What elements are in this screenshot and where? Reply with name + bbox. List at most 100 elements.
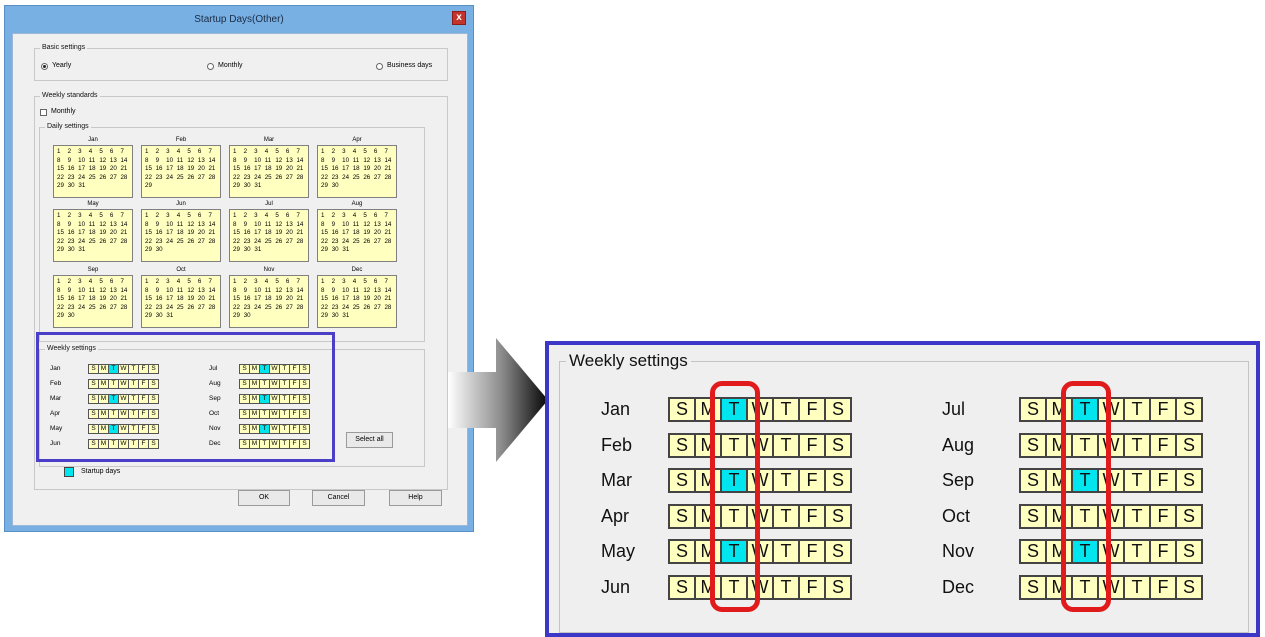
calendar-day[interactable]: 8 (233, 221, 244, 230)
month-calendar[interactable]: 1 2 3 4 5 6 7 8 9 10 11 12 13 14 15 16 17 18 19 20 21 22 23 24 2… (141, 275, 221, 328)
calendar-day[interactable]: 23 (68, 304, 79, 313)
calendar-day[interactable]: 27 (374, 238, 385, 247)
calendar-day[interactable]: 22 (145, 304, 156, 313)
calendar-day[interactable]: 10 (342, 157, 353, 166)
calendar-day[interactable]: 10 (78, 157, 89, 166)
month-calendar[interactable]: 1 2 3 4 5 6 7 8 9 10 11 12 13 14 15 16 17 18 19 20 21 22 23 24 2… (53, 209, 133, 262)
calendar-day[interactable]: 6 (286, 212, 297, 221)
calendar-day[interactable]: 6 (110, 212, 121, 221)
calendar-day[interactable]: 7 (384, 212, 395, 221)
calendar-day[interactable]: 27 (286, 304, 297, 313)
calendar-day[interactable]: 13 (286, 287, 297, 296)
calendar-day[interactable]: 29 (57, 246, 68, 255)
calendar-day[interactable]: 23 (332, 238, 343, 247)
calendar-day[interactable]: 30 (332, 182, 343, 191)
calendar-day[interactable]: 14 (384, 221, 395, 230)
calendar-day[interactable]: 11 (89, 157, 100, 166)
calendar-day[interactable]: 27 (110, 174, 121, 183)
calendar-day[interactable]: 18 (89, 165, 100, 174)
calendar-day[interactable]: 26 (275, 304, 286, 313)
calendar-day[interactable]: 11 (353, 157, 364, 166)
calendar-day[interactable]: 13 (286, 157, 297, 166)
zoom-weekday-toggle[interactable]: S (1019, 503, 1047, 529)
calendar-day[interactable]: 31 (254, 182, 265, 191)
calendar-day[interactable]: 25 (89, 304, 100, 313)
calendar-day[interactable]: 17 (166, 229, 177, 238)
calendar-day[interactable]: 2 (332, 212, 343, 221)
calendar-day[interactable]: 4 (177, 212, 188, 221)
calendar-day[interactable]: 4 (89, 278, 100, 287)
month-calendar[interactable]: 1 2 3 4 5 6 7 8 9 10 11 12 13 14 15 16 17 18 19 20 21 22 23 24 2… (53, 275, 133, 328)
calendar-day[interactable]: 14 (120, 221, 131, 230)
calendar-day[interactable]: 15 (321, 165, 332, 174)
calendar-day[interactable]: 11 (177, 221, 188, 230)
calendar-day[interactable]: 9 (244, 157, 255, 166)
calendar-day[interactable]: 16 (332, 229, 343, 238)
calendar-day[interactable]: 9 (156, 221, 167, 230)
calendar-day[interactable]: 23 (244, 238, 255, 247)
calendar-day[interactable]: 27 (198, 238, 209, 247)
calendar-day[interactable]: 28 (384, 238, 395, 247)
zoom-weekday-toggle[interactable]: T (772, 397, 800, 422)
zoom-weekday-toggle[interactable]: F (1149, 432, 1177, 458)
calendar-day[interactable]: 28 (120, 304, 131, 313)
calendar-day[interactable]: 16 (332, 165, 343, 174)
calendar-day[interactable]: 24 (78, 304, 89, 313)
month-calendar[interactable]: 1 2 3 4 5 6 7 8 9 10 11 12 13 14 15 16 17 18 19 20 21 22 23 24 2… (317, 275, 397, 328)
calendar-day[interactable]: 21 (384, 229, 395, 238)
calendar-day[interactable]: 5 (187, 212, 198, 221)
calendar-day[interactable]: 9 (244, 287, 255, 296)
calendar-day[interactable]: 28 (384, 174, 395, 183)
calendar-day[interactable]: 4 (353, 148, 364, 157)
calendar-day[interactable]: 11 (265, 221, 276, 230)
calendar-day[interactable]: 12 (275, 221, 286, 230)
calendar-day[interactable]: 27 (374, 174, 385, 183)
month-calendar[interactable]: 1 2 3 4 5 6 7 8 9 10 11 12 13 14 15 16 17 18 19 20 21 22 23 24 2… (317, 145, 397, 198)
zoom-weekday-toggle[interactable]: F (798, 574, 826, 600)
calendar-day[interactable]: 25 (353, 174, 364, 183)
calendar-day[interactable]: 15 (57, 165, 68, 174)
calendar-day[interactable]: 19 (99, 295, 110, 304)
calendar-day[interactable]: 24 (342, 304, 353, 313)
calendar-day[interactable]: 3 (78, 278, 89, 287)
calendar-day[interactable]: 11 (177, 287, 188, 296)
calendar-day[interactable]: 23 (68, 174, 79, 183)
calendar-day[interactable]: 5 (275, 212, 286, 221)
calendar-day[interactable]: 2 (332, 148, 343, 157)
calendar-day[interactable]: 7 (208, 278, 219, 287)
calendar-day[interactable]: 27 (286, 238, 297, 247)
calendar-day[interactable]: 17 (342, 295, 353, 304)
zoom-weekday-toggle[interactable]: T (772, 574, 800, 600)
calendar-day[interactable]: 7 (296, 212, 307, 221)
calendar-day[interactable]: 14 (208, 157, 219, 166)
calendar-day[interactable]: 20 (286, 229, 297, 238)
calendar-day[interactable]: 10 (254, 221, 265, 230)
calendar-day[interactable]: 18 (353, 295, 364, 304)
calendar-day[interactable]: 19 (275, 295, 286, 304)
calendar-day[interactable]: 13 (198, 221, 209, 230)
calendar-day[interactable]: 14 (384, 287, 395, 296)
calendar-day[interactable]: 15 (233, 229, 244, 238)
calendar-day[interactable]: 20 (374, 295, 385, 304)
calendar-day[interactable]: 20 (374, 165, 385, 174)
zoom-weekday-toggle[interactable]: T (1123, 503, 1151, 529)
calendar-day[interactable]: 4 (265, 278, 276, 287)
calendar-day[interactable]: 1 (145, 212, 156, 221)
calendar-day[interactable]: 1 (321, 212, 332, 221)
month-calendar[interactable]: 1 2 3 4 5 6 7 8 9 10 11 12 13 14 15 16 17 18 19 20 21 22 23 24 2… (53, 145, 133, 198)
calendar-day[interactable]: 30 (156, 312, 167, 321)
calendar-day[interactable]: 1 (233, 278, 244, 287)
calendar-day[interactable]: 25 (265, 238, 276, 247)
calendar-day[interactable]: 11 (353, 221, 364, 230)
zoom-weekday-toggle[interactable]: S (668, 503, 696, 529)
zoom-weekday-toggle[interactable]: S (668, 432, 696, 458)
calendar-day[interactable]: 12 (275, 287, 286, 296)
calendar-day[interactable]: 16 (244, 229, 255, 238)
calendar-day[interactable]: 13 (374, 287, 385, 296)
calendar-day[interactable]: 23 (244, 304, 255, 313)
calendar-day[interactable]: 28 (296, 304, 307, 313)
calendar-day[interactable]: 22 (57, 304, 68, 313)
calendar-day[interactable]: 18 (265, 229, 276, 238)
calendar-day[interactable]: 1 (233, 148, 244, 157)
calendar-day[interactable]: 22 (321, 174, 332, 183)
